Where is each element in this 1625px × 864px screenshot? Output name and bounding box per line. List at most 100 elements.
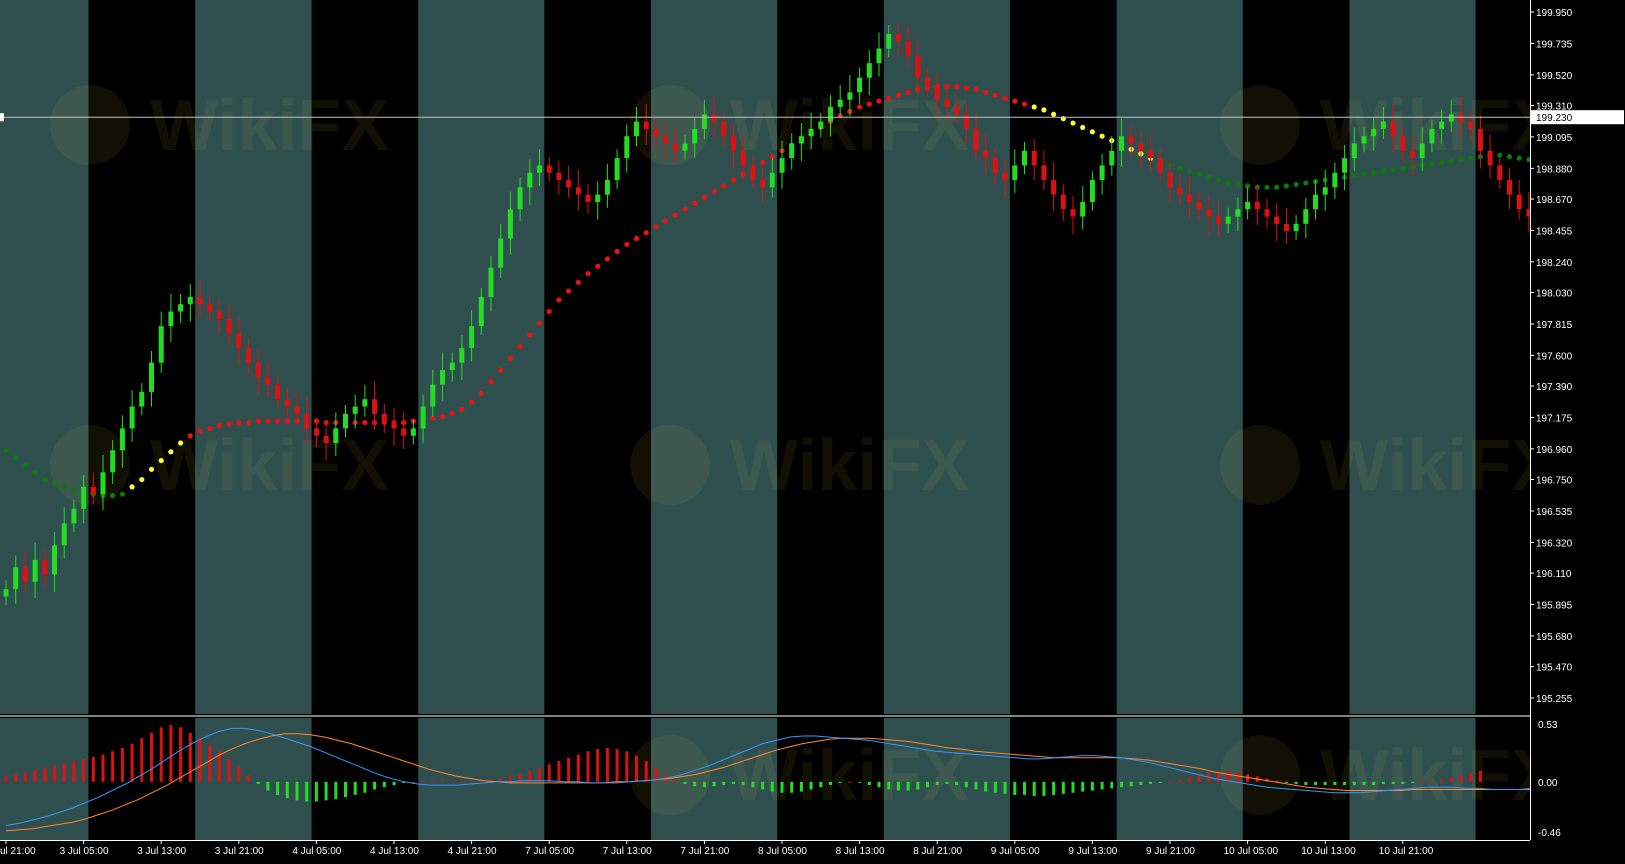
- candle-body: [683, 144, 688, 151]
- trail-dot: [450, 411, 455, 416]
- macd-hist-bar: [771, 782, 774, 792]
- candle-body: [1071, 209, 1076, 216]
- trail-dot: [197, 429, 202, 434]
- time-tick-label: 9 Jul 21:00: [1146, 846, 1195, 857]
- price-tick-label: 196.960: [1536, 445, 1573, 456]
- trail-dot: [702, 195, 707, 200]
- candle-body: [809, 129, 814, 136]
- macd-hist-bar: [363, 782, 366, 793]
- candle-body: [721, 122, 726, 137]
- macd-hist-bar: [1285, 782, 1288, 783]
- trail-dot: [537, 321, 542, 326]
- price-chart[interactable]: WikiFXWikiFXWikiFXWikiFXWikiFXWikiFXWiki…: [0, 0, 1625, 859]
- macd-hist-bar: [189, 733, 192, 782]
- macd-hist-bar: [713, 782, 716, 786]
- trail-dot: [256, 419, 261, 424]
- candle-body: [1478, 129, 1483, 151]
- macd-hist-bar: [732, 782, 735, 784]
- trail-dot: [13, 455, 18, 460]
- macd-hist-bar: [916, 782, 919, 790]
- macd-hist-bar: [693, 782, 696, 786]
- price-tick-label: 197.390: [1536, 382, 1573, 393]
- watermark-text: WikiFX: [730, 426, 969, 506]
- candle-body: [925, 78, 930, 85]
- macd-hist-bar: [1033, 782, 1036, 796]
- candle-body: [1119, 136, 1124, 151]
- macd-hist-bar: [936, 782, 939, 785]
- time-tick-label: 10 Jul 21:00: [1379, 846, 1434, 857]
- macd-hist-bar: [354, 782, 357, 795]
- time-tick-label: 3 Jul 05:00: [60, 846, 109, 857]
- candle-body: [1517, 195, 1522, 210]
- trail-dot: [566, 288, 571, 293]
- candle-body: [954, 107, 959, 114]
- macd-hist-bar: [1304, 782, 1307, 785]
- trail-dot: [731, 177, 736, 182]
- macd-hist-bar: [1052, 782, 1055, 795]
- macd-hist-bar: [5, 776, 8, 781]
- current-price-label: 199.230: [1536, 113, 1573, 124]
- candle-body: [489, 268, 494, 297]
- candle-body: [595, 195, 600, 202]
- candle-body: [1332, 173, 1337, 188]
- trail-dot: [1041, 107, 1046, 112]
- candle-body: [1226, 217, 1231, 224]
- macd-hist-bar: [1314, 782, 1317, 785]
- trail-dot: [459, 407, 464, 412]
- candle-body: [847, 92, 852, 99]
- candle-body: [256, 363, 261, 378]
- candle-body: [130, 407, 135, 429]
- trail-dot: [1022, 101, 1027, 106]
- macd-hist-bar: [955, 782, 958, 785]
- candle-body: [362, 399, 367, 406]
- macd-hist-bar: [625, 751, 628, 782]
- macd-hist-bar: [1450, 777, 1453, 781]
- macd-hist-bar: [887, 782, 890, 790]
- trail-dot: [867, 101, 872, 106]
- time-tick-label: 10 Jul 05:00: [1224, 846, 1279, 857]
- trail-dot: [595, 264, 600, 269]
- candle-body: [586, 195, 591, 202]
- price-tick-label: 196.535: [1536, 507, 1573, 518]
- watermark-logo: [630, 425, 710, 505]
- candle-body: [712, 114, 717, 121]
- trail-dot: [188, 433, 193, 438]
- price-tick-label: 196.110: [1536, 569, 1572, 580]
- macd-hist-bar: [460, 782, 463, 783]
- trail-dot: [440, 414, 445, 419]
- macd-hist-bar: [1421, 782, 1424, 783]
- macd-hist-bar: [247, 775, 250, 782]
- time-tick-label: 10 Jul 13:00: [1301, 846, 1356, 857]
- trail-dot: [1235, 182, 1240, 187]
- macd-hist-bar: [72, 761, 75, 782]
- macd-hist-bar: [1198, 775, 1201, 782]
- candle-body: [353, 407, 358, 414]
- time-tick-label: 3 Jul 21:00: [215, 846, 264, 857]
- time-tick-label: ul 21:00: [0, 846, 36, 857]
- trail-dot: [964, 85, 969, 90]
- trail-dot: [1177, 166, 1182, 171]
- candle-body: [993, 158, 998, 173]
- price-tick-label: 196.750: [1536, 476, 1573, 487]
- price-tick-label: 195.680: [1536, 632, 1573, 643]
- candle-body: [411, 428, 416, 435]
- time-tick-label: 9 Jul 05:00: [991, 846, 1040, 857]
- candle-body: [1158, 158, 1163, 173]
- macd-hist-bar: [1062, 782, 1065, 794]
- candle-body: [944, 100, 949, 107]
- trail-dot: [576, 280, 581, 285]
- trail-dot: [139, 477, 144, 482]
- candle-body: [750, 165, 755, 180]
- trail-dot: [42, 477, 47, 482]
- macd-hist-bar: [587, 751, 590, 782]
- chart-window[interactable]: WikiFXWikiFXWikiFXWikiFXWikiFXWikiFXWiki…: [0, 0, 1625, 859]
- time-tick-label: 3 Jul 13:00: [137, 846, 186, 857]
- candle-body: [1420, 144, 1425, 159]
- candle-body: [518, 187, 523, 209]
- trail-dot: [527, 332, 532, 337]
- candle-body: [537, 165, 542, 172]
- trail-dot: [615, 249, 620, 254]
- trail-dot: [1070, 120, 1075, 125]
- candle-body: [1129, 136, 1134, 143]
- macd-hist-bar: [528, 771, 531, 782]
